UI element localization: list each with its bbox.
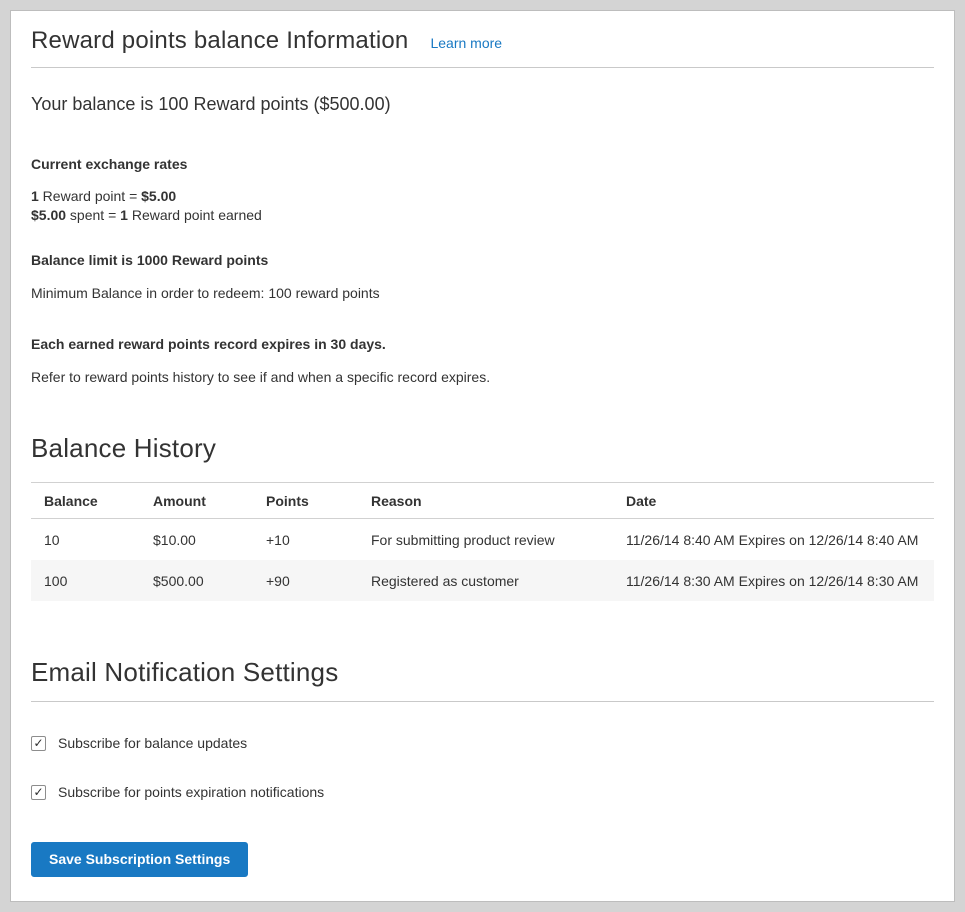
check-icon: ✓: [33, 737, 43, 749]
check-icon: ✓: [33, 786, 43, 798]
cell-reason: Registered as customer: [358, 560, 613, 601]
min-balance-text: Minimum Balance in order to redeem: 100 …: [31, 284, 934, 303]
save-subscription-button[interactable]: Save Subscription Settings: [31, 842, 248, 877]
page-header: Reward points balance Information Learn …: [31, 27, 934, 68]
balance-limit-text: Balance limit is 1000 Reward points: [31, 251, 934, 270]
points-expiration-checkbox-checked-icon[interactable]: ✓: [31, 785, 46, 800]
table-row: 100 $500.00 +90 Registered as customer 1…: [31, 560, 934, 601]
cell-balance: 10: [31, 519, 140, 561]
balance-updates-label: Subscribe for balance updates: [58, 735, 247, 751]
table-row: 10 $10.00 +10 For submitting product rev…: [31, 519, 934, 561]
rate-line1-text: Reward point =: [39, 188, 141, 204]
cell-amount: $500.00: [140, 560, 253, 601]
rate-line2-value: 1: [120, 207, 128, 223]
rate-line2-text: spent =: [66, 207, 120, 223]
expiry-note: Refer to reward points history to see if…: [31, 368, 934, 387]
balance-updates-option[interactable]: ✓ Subscribe for balance updates: [31, 735, 934, 751]
rate-line1-amount: $5.00: [141, 188, 176, 204]
page-title: Reward points balance Information: [31, 27, 408, 55]
exchange-rate-lines: 1 Reward point = $5.00 $5.00 spent = 1 Re…: [31, 187, 934, 225]
column-header-date: Date: [613, 483, 934, 519]
cell-balance: 100: [31, 560, 140, 601]
email-settings-heading: Email Notification Settings: [31, 657, 934, 702]
points-expiration-option[interactable]: ✓ Subscribe for points expiration notifi…: [31, 784, 934, 800]
cell-amount: $10.00: [140, 519, 253, 561]
column-header-balance: Balance: [31, 483, 140, 519]
cell-date: 11/26/14 8:40 AM Expires on 12/26/14 8:4…: [613, 519, 934, 561]
balance-history-heading: Balance History: [31, 433, 934, 464]
table-header-row: Balance Amount Points Reason Date: [31, 483, 934, 519]
cell-points: +90: [253, 560, 358, 601]
balance-summary: Your balance is 100 Reward points ($500.…: [31, 94, 934, 115]
cell-points: +10: [253, 519, 358, 561]
learn-more-link[interactable]: Learn more: [430, 35, 502, 51]
rate-line2-text2: Reward point earned: [128, 207, 262, 223]
column-header-amount: Amount: [140, 483, 253, 519]
expiry-heading: Each earned reward points record expires…: [31, 335, 934, 354]
rate-line1-value: 1: [31, 188, 39, 204]
exchange-rates-heading: Current exchange rates: [31, 155, 934, 174]
rate-line2-amount: $5.00: [31, 207, 66, 223]
column-header-reason: Reason: [358, 483, 613, 519]
cell-reason: For submitting product review: [358, 519, 613, 561]
points-expiration-label: Subscribe for points expiration notifica…: [58, 784, 324, 800]
reward-points-panel: Reward points balance Information Learn …: [10, 10, 955, 902]
balance-history-table: Balance Amount Points Reason Date 10 $10…: [31, 482, 934, 601]
balance-updates-checkbox-checked-icon[interactable]: ✓: [31, 736, 46, 751]
column-header-points: Points: [253, 483, 358, 519]
cell-date: 11/26/14 8:30 AM Expires on 12/26/14 8:3…: [613, 560, 934, 601]
